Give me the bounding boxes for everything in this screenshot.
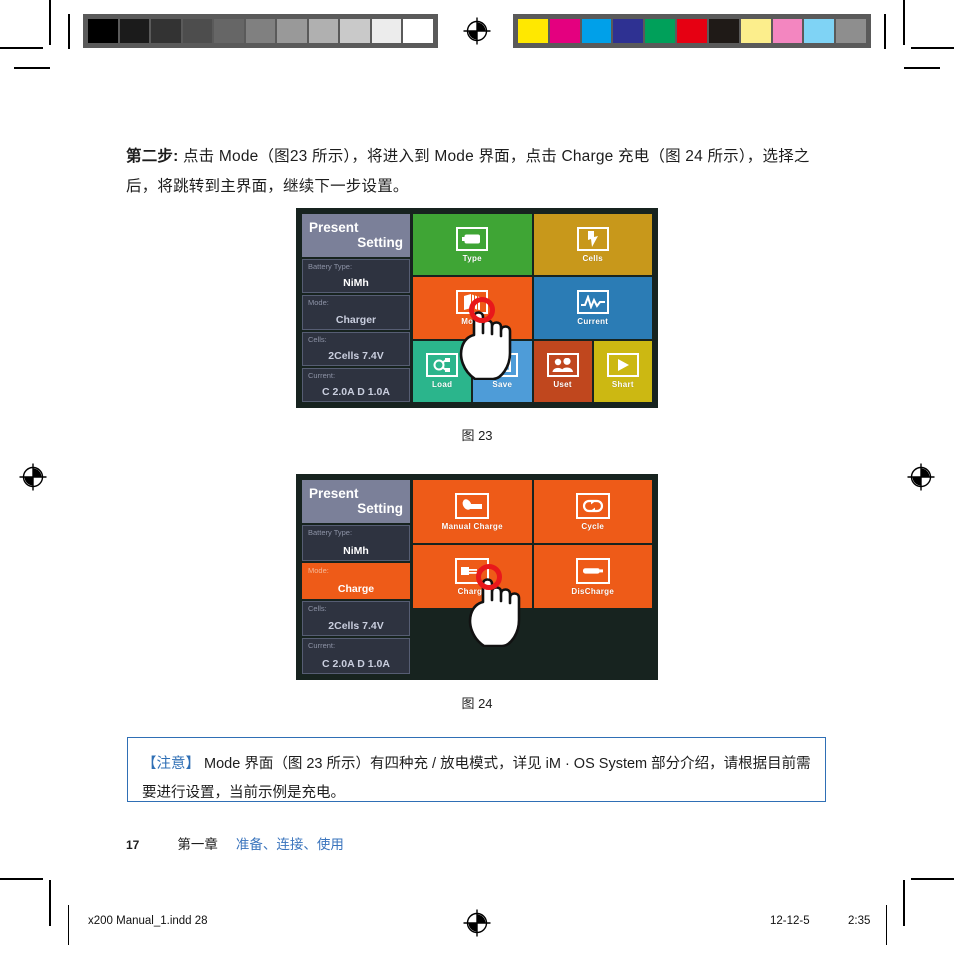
fig23-row-battery-type-key: Battery Type: <box>308 262 353 271</box>
fig23-row-current-key: Current: <box>308 370 336 380</box>
fig23-tile-save-label: Save <box>492 380 513 390</box>
fig24-tile-cycle[interactable]: Cycle <box>533 480 652 543</box>
fig24-tile-grid: Manual Charge Cycle Charge DisCharge <box>413 480 652 674</box>
stack-icon <box>456 289 489 314</box>
figure23-device-screen: Present Setting Battery Type: NiMh Mode:… <box>296 208 658 408</box>
note-bracket-close: 】 <box>185 756 201 772</box>
registration-mark-bottom-center <box>462 908 492 938</box>
fig23-tile-row-3: Load Save Uset Shart <box>413 340 652 402</box>
fig24-tile-discharge[interactable]: DisCharge <box>533 545 652 608</box>
fig23-tile-shart[interactable]: Shart <box>593 340 652 402</box>
page-number: 17 <box>126 838 140 852</box>
print-footer-rule-left <box>68 905 69 945</box>
fig24-tile-manual-charge-label: Manual Charge <box>441 521 503 531</box>
fig24-row-current-value: C 2.0A D 1.0A <box>322 658 390 670</box>
fig23-tile-row-1: Type Cells <box>413 214 652 276</box>
fig23-tile-mode[interactable]: Mode <box>413 277 532 339</box>
fig24-row-current-key: Current: <box>308 641 336 651</box>
print-footer-time: 2:35 <box>848 915 871 927</box>
fig23-tile-cells[interactable]: Cells <box>533 214 652 276</box>
battery-icon <box>456 226 489 251</box>
fig23-row-current-value: C 2.0A D 1.0A <box>322 386 390 398</box>
fig23-tile-type-label: Type <box>462 253 482 263</box>
fig24-tile-discharge-label: DisCharge <box>571 586 615 596</box>
note-body-text: Mode 界面（图 23 所示）有四种充 / 放电模式，详见 iM · OS S… <box>142 756 811 801</box>
fig23-tile-save[interactable]: Save <box>473 340 532 402</box>
print-footer-rule-right <box>886 905 887 945</box>
page-footer: 17 第一章 准备、连接、使用 <box>126 833 344 853</box>
fig24-row-current[interactable]: Current: C 2.0A D 1.0A <box>302 638 410 674</box>
fig23-row-mode-key: Mode: <box>308 298 329 308</box>
note-bracket-open: 【 <box>142 756 157 772</box>
fig24-title-line2: Setting <box>357 501 403 516</box>
fig23-tile-shart-label: Shart <box>611 380 634 390</box>
fig23-sidebar: Present Setting Battery Type: NiMh Mode:… <box>302 214 410 402</box>
battery-out-icon <box>575 557 610 584</box>
fig23-row-mode-value: Charger <box>335 313 377 326</box>
fig23-title-line2: Setting <box>357 235 403 250</box>
waveform-icon <box>576 289 609 314</box>
fig23-tile-mode-label: Mode <box>461 316 484 326</box>
fig23-tile-type[interactable]: Type <box>413 214 532 276</box>
attention-note-box: 【注意】 Mode 界面（图 23 所示）有四种充 / 放电模式，详见 iM ·… <box>127 737 826 802</box>
fig23-title-line1: Present <box>309 220 359 235</box>
fig23-row-current[interactable]: Current: C 2.0A D 1.0A <box>302 367 410 402</box>
fig24-row-cells[interactable]: Cells: 2Cells 7.4V <box>302 600 410 637</box>
fig23-row-mode[interactable]: Mode: Charger <box>302 295 410 330</box>
fig24-row-cells-key: Cells: <box>308 603 327 613</box>
page-content: 第二步: 点击 Mode（图23 所示），将进入到 Mode 界面，点击 Cha… <box>0 0 954 954</box>
fig23-tile-current-label: Current <box>577 316 609 326</box>
fig23-tile-grid: Type Cells Mode Current Load Save Uset S… <box>413 214 652 402</box>
fig23-tile-row-2: Mode Current <box>413 277 652 339</box>
chapter-title: 准备、连接、使用 <box>235 837 344 852</box>
intro-step-label: 第二步: <box>126 147 179 165</box>
cycle-icon <box>575 492 610 519</box>
fig24-tile-manual-charge[interactable]: Manual Charge <box>413 480 532 543</box>
fig24-tile-row-2: Charge DisCharge <box>413 545 652 608</box>
fig23-tile-current[interactable]: Current <box>533 277 652 339</box>
note-attention-label: 注意 <box>156 756 186 772</box>
floppy-icon <box>486 353 519 378</box>
fig24-title-line1: Present <box>309 486 359 501</box>
fig23-tile-load[interactable]: Load <box>413 340 472 402</box>
fig24-row-battery-type[interactable]: Battery Type: NiMh <box>302 525 410 561</box>
fig24-sidebar: Present Setting Battery Type: NiMh Mode:… <box>302 480 410 674</box>
print-footer-filename: x200 Manual_1.indd 28 <box>88 915 208 927</box>
fig24-tile-charge-label: Charge <box>457 586 487 596</box>
fig24-row-mode-value: Charge <box>337 582 375 595</box>
plug-in-icon <box>455 557 490 584</box>
print-footer-date: 12-12-5 <box>770 915 810 927</box>
fig23-tile-load-label: Load <box>431 380 453 390</box>
fig23-row-cells-key: Cells: <box>308 334 327 344</box>
figure23-caption: 图 23 <box>461 428 493 443</box>
fig23-tile-uset-label: Uset <box>553 380 572 390</box>
fig24-empty-area <box>413 610 652 674</box>
fig23-tile-cells-label: Cells <box>582 253 604 263</box>
fig24-row-mode[interactable]: Mode: Charge <box>302 562 410 599</box>
fig23-row-battery-type[interactable]: Battery Type: NiMh <box>302 259 410 294</box>
chapter-label: 第一章 <box>177 837 218 852</box>
fig24-tile-row-1: Manual Charge Cycle <box>413 480 652 543</box>
fig24-tile-cycle-label: Cycle <box>581 521 605 531</box>
bolt-icon <box>576 226 609 251</box>
figure24-device-screen: Present Setting Battery Type: NiMh Mode:… <box>296 474 658 680</box>
network-icon <box>426 353 459 378</box>
intro-paragraph: 第二步: 点击 Mode（图23 所示），将进入到 Mode 界面，点击 Cha… <box>126 142 830 202</box>
fig23-tile-uset[interactable]: Uset <box>533 340 592 402</box>
fig24-tile-charge[interactable]: Charge <box>413 545 532 608</box>
fig23-sidebar-title: Present Setting <box>302 214 410 257</box>
figure24-caption: 图 24 <box>461 696 493 711</box>
play-icon <box>606 353 639 378</box>
users-icon <box>546 353 579 378</box>
fig24-row-cells-value: 2Cells 7.4V <box>328 620 384 633</box>
fig24-row-mode-key: Mode: <box>308 565 329 575</box>
fig24-row-battery-type-value: NiMh <box>343 544 369 557</box>
fig23-row-battery-type-value: NiMh <box>343 277 369 290</box>
fig24-sidebar-title: Present Setting <box>302 480 410 523</box>
fig23-row-cells[interactable]: Cells: 2Cells 7.4V <box>302 331 410 366</box>
fig24-row-battery-type-key: Battery Type: <box>308 528 353 537</box>
manual-plug-icon <box>455 492 490 519</box>
intro-body-text: 点击 Mode（图23 所示），将进入到 Mode 界面，点击 Charge 充… <box>126 147 810 195</box>
fig23-row-cells-value: 2Cells 7.4V <box>328 349 384 362</box>
